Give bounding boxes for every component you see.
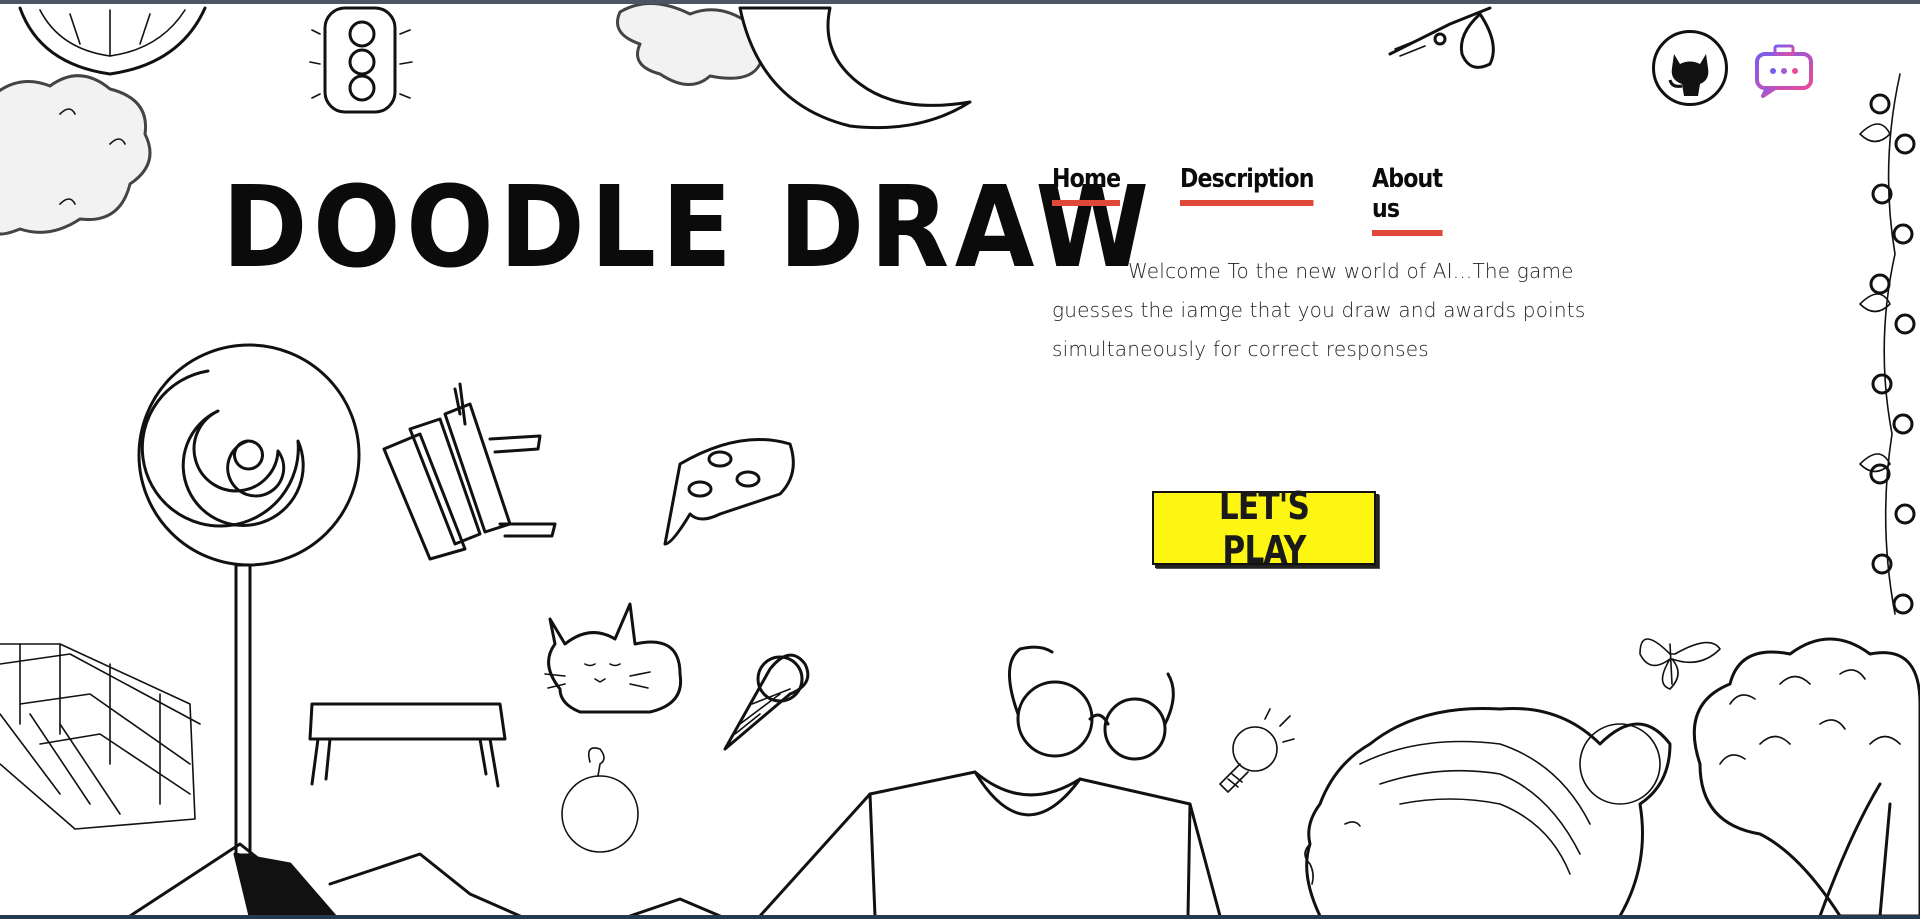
landing-page: DOODLE DRAW Home Description About us We… (0, 0, 1920, 919)
cat-icon (544, 602, 683, 714)
glasses-icon (1008, 645, 1175, 761)
bridge-icon (0, 643, 201, 830)
mountain-icon (128, 842, 722, 918)
ice-cream-icon (723, 653, 810, 751)
lets-play-button[interactable]: LET'S PLAY (1152, 484, 1376, 572)
chat-bot-icon (1753, 44, 1815, 98)
guitar-icon (1388, 6, 1495, 69)
tree-icon (1692, 637, 1920, 918)
cactus-icon (309, 6, 413, 114)
doodle-background (0, 4, 1920, 918)
tshirt-icon (758, 770, 1222, 918)
github-link[interactable] (1652, 30, 1728, 106)
page-title: DOODLE DRAW (222, 163, 1155, 293)
chair-icon (382, 382, 557, 561)
moon-icon (738, 6, 972, 130)
nav-about-us-link[interactable]: About us (1372, 164, 1443, 236)
vine-icon (1859, 73, 1916, 615)
lets-play-label: LET'S PLAY (1218, 484, 1310, 572)
nav-description-link[interactable]: Description (1180, 164, 1314, 206)
description-text: Welcome To the new world of AI...The gam… (1052, 259, 1586, 361)
lightbulb-icon (1219, 708, 1295, 793)
lemon-icon (18, 6, 207, 76)
nav-home-link[interactable]: Home (1052, 164, 1121, 206)
chat-bot-link[interactable] (1752, 38, 1816, 102)
github-icon (1668, 54, 1709, 96)
table-icon (308, 702, 507, 788)
butterfly-icon (1639, 638, 1721, 690)
apple-icon (561, 747, 639, 853)
girl-portrait-icon (1304, 706, 1672, 918)
pizza-icon (663, 438, 795, 546)
cloud-icon (0, 74, 152, 236)
